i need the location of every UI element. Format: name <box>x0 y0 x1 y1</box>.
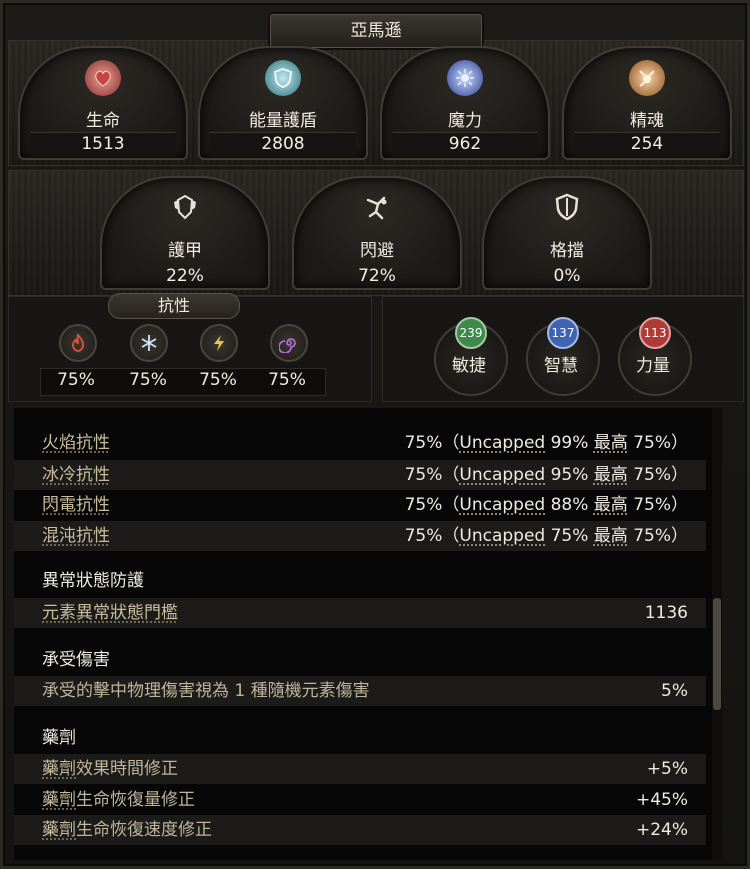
flask-duration-label: 藥劑效果時間修正 <box>42 759 178 779</box>
stat-label: 護甲 <box>168 241 202 261</box>
list-item[interactable]: 閃電抗性 75%（Uncapped 88% 最高 75%） <box>14 490 706 520</box>
strength-label: 力量 <box>636 356 670 376</box>
list-item[interactable]: 承受的擊中物理傷害視為 1 種隨機元素傷害 5% <box>14 676 706 706</box>
flask-keyword[interactable]: 藥劑 <box>42 759 76 779</box>
cold-resistance-label[interactable]: 冰冷抗性 <box>42 460 110 490</box>
fire-resistance-value: 75% <box>57 370 95 390</box>
stat-energy-shield[interactable]: 能量護盾 2808 <box>198 46 368 160</box>
stat-value: 254 <box>630 134 664 154</box>
panel-title: 亞馬遜 <box>270 14 482 48</box>
lightning-resistance-detail: 75%（Uncapped 88% 最高 75%） <box>404 495 688 515</box>
dexterity-label: 敏捷 <box>452 356 486 376</box>
fire-icon[interactable] <box>59 324 97 362</box>
list-item[interactable]: 混沌抗性 75%（Uncapped 75% 最高 75%） <box>14 521 706 551</box>
flask-recovery-value: +45% <box>635 790 688 810</box>
evasion-icon <box>360 190 394 224</box>
fire-resistance-label[interactable]: 火焰抗性 <box>42 428 110 458</box>
list-item[interactable]: 元素異常狀態門檻 1136 <box>14 598 706 628</box>
cold-resistance-value: 75% <box>129 370 167 390</box>
resistances-title: 抗性 <box>108 293 240 319</box>
stat-value: 1513 <box>81 134 125 154</box>
list-item[interactable]: 藥劑效果時間修正 +5% <box>14 754 706 784</box>
list-item[interactable]: 冰冷抗性 75%（Uncapped 95% 最高 75%） <box>14 460 706 490</box>
list-item[interactable]: 火焰抗性 75%（Uncapped 99% 最高 75%） <box>14 428 706 458</box>
heart-icon <box>85 60 121 96</box>
damage-conversion-label: 承受的擊中物理傷害視為 1 種隨機元素傷害 <box>42 681 370 701</box>
section-heading-flask: 藥劑 <box>42 728 76 748</box>
stat-value: 0% <box>553 266 581 286</box>
stat-evasion[interactable]: 閃避 72% <box>292 176 462 290</box>
chaos-icon[interactable] <box>270 324 308 362</box>
ailment-threshold-value: 1136 <box>644 603 688 623</box>
stat-value: 72% <box>358 266 396 286</box>
list-item[interactable]: 藥劑生命恢復量修正 +45% <box>14 785 706 815</box>
stat-detail-list[interactable]: 火焰抗性 75%（Uncapped 99% 最高 75%） 冰冷抗性 75%（U… <box>14 408 716 860</box>
spirit-icon <box>629 60 665 96</box>
mana-icon <box>447 60 483 96</box>
scrollbar-thumb[interactable] <box>713 598 721 710</box>
section-heading-ailment: 異常狀態防護 <box>42 571 144 591</box>
chaos-resistance-detail: 75%（Uncapped 75% 最高 75%） <box>404 526 688 546</box>
stat-label: 精魂 <box>630 111 664 131</box>
flask-recovery-rate-value: +24% <box>635 820 688 840</box>
stat-label: 格擋 <box>550 241 584 261</box>
stat-spirit[interactable]: 精魂 254 <box>562 46 732 160</box>
intelligence-value: 137 <box>547 317 579 349</box>
stat-label: 魔力 <box>448 111 482 131</box>
stat-life[interactable]: 生命 1513 <box>18 46 188 160</box>
stat-value: 22% <box>166 266 204 286</box>
flask-duration-value: +5% <box>646 759 688 779</box>
chaos-resistance-label[interactable]: 混沌抗性 <box>42 521 110 551</box>
lightning-resistance-label[interactable]: 閃電抗性 <box>42 490 110 520</box>
strength-value: 113 <box>639 317 671 349</box>
flask-recovery-label: 藥劑生命恢復量修正 <box>42 790 195 810</box>
shield-icon <box>265 60 301 96</box>
stat-label: 閃避 <box>360 241 394 261</box>
dexterity-value: 239 <box>455 317 487 349</box>
snowflake-icon[interactable] <box>130 324 168 362</box>
stat-value: 962 <box>448 134 482 154</box>
flask-keyword[interactable]: 藥劑 <box>42 790 76 810</box>
flask-keyword[interactable]: 藥劑 <box>42 820 76 840</box>
stat-armour[interactable]: 護甲 22% <box>100 176 270 290</box>
stat-block[interactable]: 格擋 0% <box>482 176 652 290</box>
damage-conversion-value: 5% <box>661 681 688 701</box>
stat-label: 生命 <box>86 111 120 131</box>
stat-mana[interactable]: 魔力 962 <box>380 46 550 160</box>
stat-value: 2808 <box>261 134 305 154</box>
stat-label: 能量護盾 <box>249 111 317 131</box>
block-icon <box>550 190 584 224</box>
flask-recovery-rate-label: 藥劑生命恢復速度修正 <box>42 820 212 840</box>
lightning-icon[interactable] <box>200 324 238 362</box>
section-heading-damage-taken: 承受傷害 <box>42 650 110 670</box>
list-item[interactable]: 藥劑生命恢復速度修正 +24% <box>14 815 706 845</box>
chaos-resistance-value: 75% <box>268 370 306 390</box>
fire-resistance-detail: 75%（Uncapped 99% 最高 75%） <box>404 433 688 453</box>
cold-resistance-detail: 75%（Uncapped 95% 最高 75%） <box>404 465 688 485</box>
armour-icon <box>168 190 202 224</box>
lightning-resistance-value: 75% <box>199 370 237 390</box>
intelligence-label: 智慧 <box>544 356 578 376</box>
ailment-threshold-label[interactable]: 元素異常狀態門檻 <box>42 598 178 628</box>
